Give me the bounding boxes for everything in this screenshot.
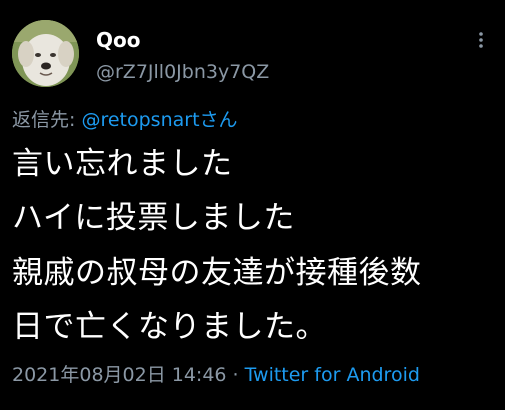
author-handle[interactable]: @rZ7Jll0Jbn3y7QZ (96, 60, 269, 84)
tweet-body-line: ハイに投票しました (12, 200, 295, 236)
tweet-body-line: 言い忘れました (12, 146, 233, 182)
author-display-name[interactable]: Qoo (96, 28, 140, 52)
more-vertical-icon[interactable] (469, 30, 493, 50)
author-avatar[interactable] (12, 20, 79, 87)
reply-target-link[interactable]: @retopsnartさん (81, 109, 237, 131)
tweet-timestamp[interactable]: 2021年08月02日 14:46 (12, 364, 227, 386)
reply-prefix: 返信先: (12, 109, 82, 131)
tweet-meta: 2021年08月02日 14:46 · Twitter for Android (12, 362, 420, 388)
tweet-card: Qoo @rZ7Jll0Jbn3y7QZ 返信先: @retopsnartさん … (0, 0, 505, 410)
meta-separator: · (232, 364, 239, 386)
reply-to-line: 返信先: @retopsnartさん (12, 107, 238, 133)
dog-avatar-icon (12, 20, 79, 87)
tweet-body-line: 親戚の叔母の友達が接種後数 (12, 255, 422, 291)
tweet-body-line: 日で亡くなりました。 (12, 309, 327, 345)
tweet-source-link[interactable]: Twitter for Android (245, 364, 420, 386)
